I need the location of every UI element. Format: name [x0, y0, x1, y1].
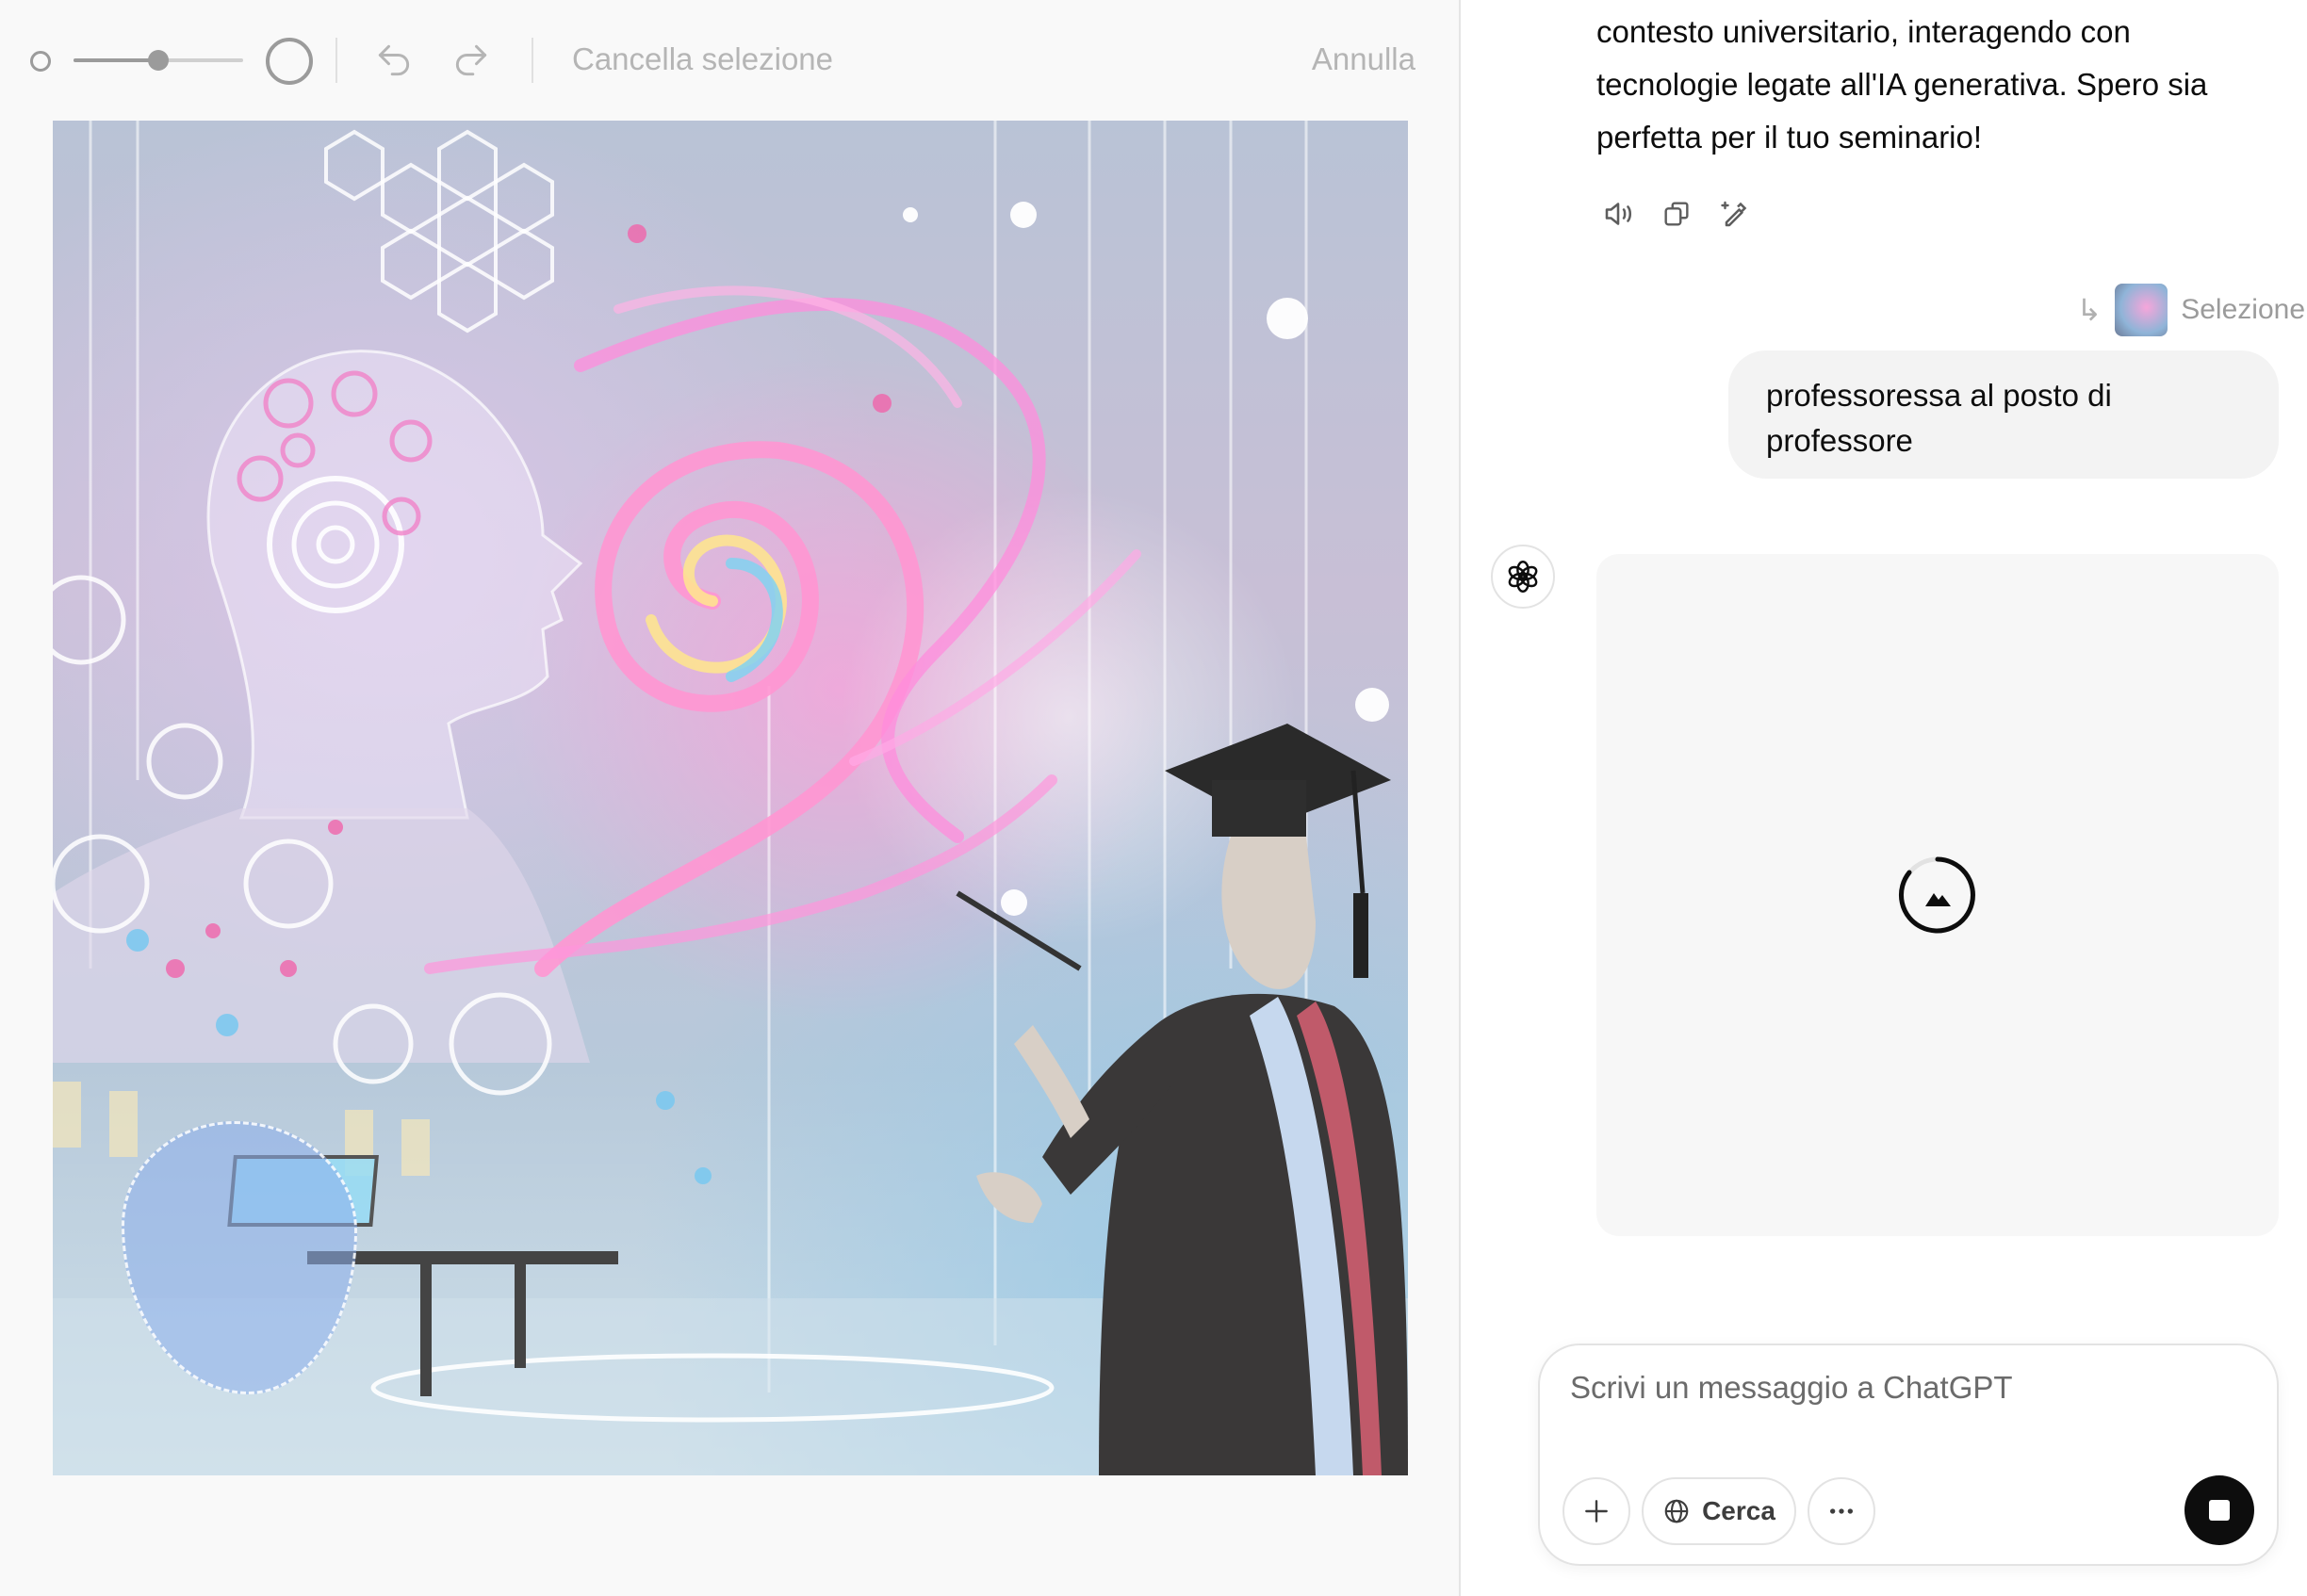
editor-toolbar: Cancella selezione Annulla — [0, 0, 1461, 122]
copy-icon — [1664, 202, 1689, 226]
chatgpt-avatar — [1491, 545, 1555, 609]
search-button-label: Cerca — [1702, 1496, 1775, 1525]
undo-button[interactable] — [369, 36, 418, 85]
read-aloud-button[interactable] — [1596, 192, 1640, 236]
brush-small-icon — [30, 51, 51, 72]
chat-pane: contesto universitario, interagendo con … — [1463, 0, 2307, 1596]
more-tools-button[interactable] — [1808, 1477, 1875, 1545]
image-editor-pane: Cancella selezione Annulla — [0, 0, 1461, 1596]
assistant-message: contesto universitario, interagendo con … — [1596, 6, 2275, 164]
generating-image-placeholder — [1596, 554, 2279, 1236]
user-message: professoressa al posto di professore — [1728, 350, 2279, 479]
clear-selection-button[interactable]: Cancella selezione — [572, 41, 833, 77]
brush-size-fill — [74, 58, 158, 62]
toolbar-divider — [532, 38, 533, 83]
toolbar-divider — [335, 38, 337, 83]
message-actions — [1596, 192, 1757, 236]
assistant-message-line: contesto universitario, interagendo con — [1596, 14, 2131, 49]
edit-image-icon — [1721, 201, 1747, 227]
stop-generating-button[interactable] — [2184, 1475, 2254, 1545]
ellipsis-icon — [1830, 1508, 1853, 1514]
edit-image-button[interactable] — [1713, 192, 1757, 236]
reply-arrow-icon: ↳ — [2076, 293, 2102, 327]
brush-large-icon — [266, 38, 313, 85]
redo-button[interactable] — [447, 36, 496, 85]
message-input[interactable] — [1570, 1364, 2230, 1411]
copy-button[interactable] — [1655, 192, 1698, 236]
search-button[interactable]: Cerca — [1642, 1477, 1796, 1545]
plus-icon — [1585, 1500, 1608, 1523]
assistant-message-line: tecnologie legate all'IA generativa. Spe… — [1596, 67, 2208, 102]
brush-size-thumb[interactable] — [148, 50, 169, 71]
redo-icon — [455, 44, 487, 76]
openai-logo-icon — [1508, 561, 1538, 593]
selection-thumbnail[interactable] — [2115, 284, 2168, 336]
assistant-message-line: perfetta per il tuo seminario! — [1596, 120, 1983, 155]
attach-button[interactable] — [1563, 1477, 1630, 1545]
selection-reference: ↳ Selezione — [2076, 283, 2305, 337]
undo-icon — [378, 44, 410, 76]
read-aloud-icon — [1605, 203, 1632, 225]
message-composer: Cerca — [1538, 1344, 2279, 1566]
selection-label: Selezione — [2181, 294, 2305, 325]
image-loading-spinner-icon — [1898, 856, 1976, 934]
globe-icon — [1664, 1499, 1689, 1523]
edit-image-canvas[interactable] — [53, 121, 1408, 1475]
stop-icon — [2209, 1500, 2230, 1521]
brush-size-slider[interactable] — [74, 50, 243, 71]
cancel-button[interactable]: Annulla — [1312, 41, 1415, 77]
